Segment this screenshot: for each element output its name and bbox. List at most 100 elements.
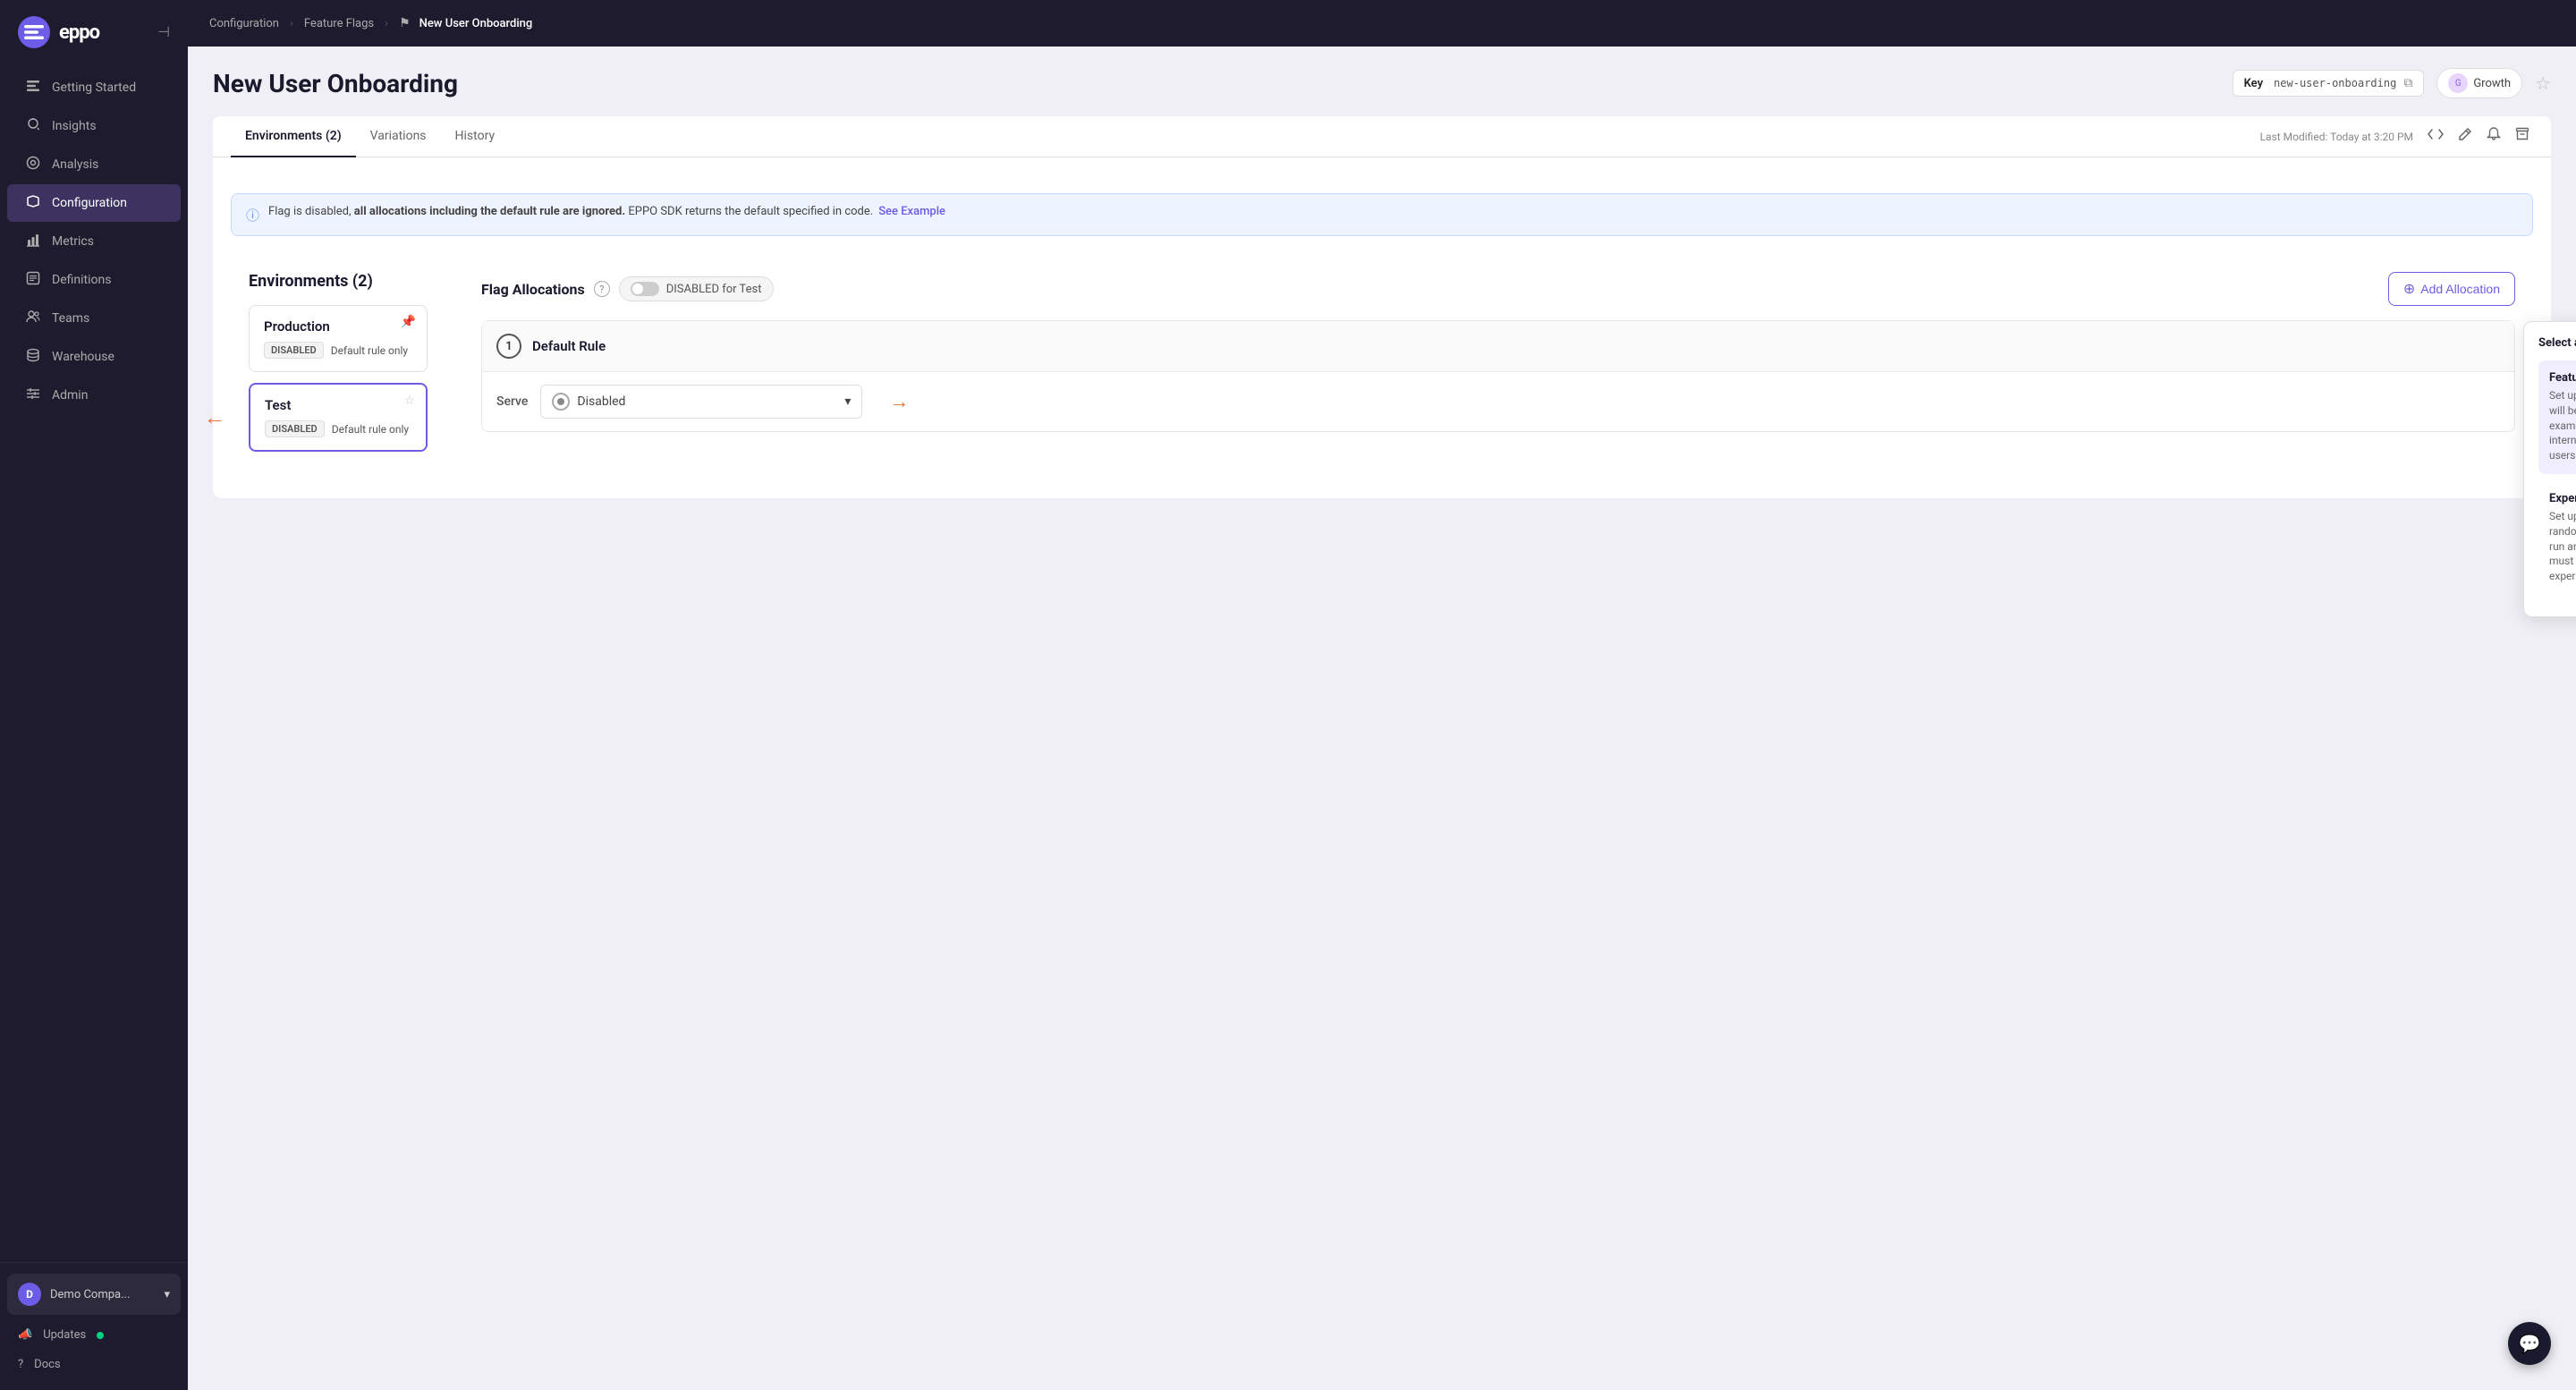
edit-button[interactable] [2454,123,2476,149]
disabled-circle-icon [552,393,570,411]
company-avatar: D [18,1283,41,1306]
toggle-disabled[interactable]: DISABLED for Test [619,276,774,301]
code-view-button[interactable] [2424,123,2447,149]
configuration-icon [25,194,41,212]
tabs-actions [2424,123,2533,149]
updates-item[interactable]: 📣 Updates [7,1320,181,1350]
chevron-icon: ▾ [844,394,851,409]
alloc-type-feature-gate[interactable]: Feature Gate Set up your allocation to d… [2538,360,2576,474]
help-icon[interactable]: ? [594,281,610,297]
info-text: Flag is disabled, all allocations includ… [268,205,945,218]
page-content: New User Onboarding Key new-user-onboard… [188,47,2576,1390]
sidebar-item-insights[interactable]: Insights [7,107,181,145]
sidebar-item-definitions[interactable]: Definitions [7,261,181,299]
team-badge: G Growth [2436,68,2522,98]
content-inner: ⓘ Flag is disabled, all allocations incl… [213,175,2551,498]
serve-row: Serve Disabled ▾ [482,372,2514,431]
sidebar-item-metrics[interactable]: Metrics [7,223,181,260]
experiment-desc: Set up your allocation with a randomized… [2549,509,2576,584]
chat-bubble-button[interactable]: 💬 [2508,1322,2551,1365]
analysis-icon [25,156,41,174]
rule-number: 1 [496,334,521,359]
sidebar-item-configuration[interactable]: Configuration [7,184,181,222]
company-selector[interactable]: D Demo Compa... ▾ [7,1274,181,1315]
tabs-bar: Environments (2) Variations History Last… [213,116,2551,157]
serve-dropdown[interactable]: Disabled ▾ [540,385,862,419]
sidebar-label-teams: Teams [52,311,89,326]
alloc-title-row: Flag Allocations ? DISABLED for Test [481,276,774,301]
sidebar-collapse-button[interactable]: ⊣ [157,23,170,41]
serve-dropdown-left: Disabled [552,393,625,411]
notifications-button[interactable] [2483,123,2504,149]
insights-icon [25,117,41,135]
archive-button[interactable] [2512,123,2533,149]
alloc-title: Flag Allocations [481,281,585,298]
disabled-badge-production: DISABLED [264,342,324,359]
sidebar-label-configuration: Configuration [52,196,127,210]
env-card-row-test: DISABLED Default rule only [265,420,411,437]
copy-icon[interactable]: ⧉ [2403,76,2412,90]
megaphone-icon: 📣 [18,1328,32,1342]
env-card-row-production: DISABLED Default rule only [264,342,412,359]
arrow-right-indicator: → [889,390,909,413]
logo-text: eppo [59,21,99,44]
key-label: Key [2244,77,2263,90]
disabled-inner [557,398,564,405]
metrics-icon [25,233,41,250]
plus-circle-icon: ⊕ [2403,280,2415,298]
sidebar-label-insights: Insights [52,119,97,133]
env-name-production: Production [264,318,412,335]
breadcrumb-feature-flags[interactable]: Feature Flags [304,17,374,30]
see-example-link[interactable]: See Example [878,205,945,218]
breadcrumb-current: New User Onboarding [419,17,533,30]
admin-icon [25,386,41,404]
page-header-right: Key new-user-onboarding ⧉ G Growth ☆ [2233,68,2551,98]
allocation-type-panel: Select an Allocation type Feature Gate S… [2523,321,2576,617]
disabled-badge-test: DISABLED [265,420,325,437]
two-column-layout: Environments (2) 📌 Production DISABLED D… [231,254,2533,480]
sidebar: eppo ⊣ Getting Started Insights Analysis [0,0,188,1390]
default-rule-production: Default rule only [331,344,408,357]
sidebar-item-warehouse[interactable]: Warehouse [7,338,181,376]
tab-history[interactable]: History [441,116,510,157]
docs-item[interactable]: ? Docs [7,1350,181,1379]
star-icon-test[interactable]: ☆ [403,394,415,408]
sidebar-item-admin[interactable]: Admin [7,377,181,414]
sidebar-label-admin: Admin [52,388,88,403]
alloc-type-experiment[interactable]: Experiment Set up your allocation with a… [2538,481,2576,595]
star-button[interactable]: ☆ [2535,72,2551,95]
chevron-down-icon: ▾ [164,1288,170,1301]
arrow-left-indicator: ← [204,404,225,430]
last-modified-text: Last Modified: Today at 3:20 PM [2260,131,2413,143]
sidebar-label-warehouse: Warehouse [52,350,114,364]
env-card-production[interactable]: 📌 Production DISABLED Default rule only [249,305,428,372]
sidebar-item-analysis[interactable]: Analysis [7,146,181,183]
env-card-test[interactable]: ☆ Test DISABLED Default rule only ← [249,383,428,452]
env-name-test: Test [265,397,411,413]
sidebar-item-getting-started[interactable]: Getting Started [7,69,181,106]
add-alloc-label: Add Allocation [2420,282,2500,296]
company-name: Demo Compa... [50,1288,155,1301]
pin-icon: 📌 [401,315,416,329]
sidebar-item-teams[interactable]: Teams [7,300,181,337]
sidebar-label-definitions: Definitions [52,273,111,287]
chat-icon: 💬 [2519,1333,2541,1354]
rule-title: Default Rule [532,338,606,354]
tab-variations[interactable]: Variations [356,116,441,157]
environments-panel: Environments (2) 📌 Production DISABLED D… [231,254,445,480]
alloc-type-panel-title: Select an Allocation type [2538,336,2576,350]
tabs: Environments (2) Variations History [231,116,509,157]
page-title: New User Onboarding [213,69,458,98]
tab-environments[interactable]: Environments (2) [231,116,356,157]
default-rule-test: Default rule only [332,423,409,436]
flag-breadcrumb-icon: ⚑ [399,16,411,30]
sidebar-label-getting-started: Getting Started [52,81,136,95]
key-value: new-user-onboarding [2274,77,2396,89]
flag-allocations-panel: Flag Allocations ? DISABLED for Test [463,254,2533,480]
allocations-header: Flag Allocations ? DISABLED for Test [481,272,2515,306]
add-allocation-button[interactable]: ⊕ Add Allocation [2388,272,2515,306]
topbar: Configuration › Feature Flags › ⚑ New Us… [188,0,2576,47]
breadcrumb-configuration[interactable]: Configuration [209,17,279,30]
feature-gate-name: Feature Gate [2549,371,2576,385]
feature-gate-desc: Set up your allocation to define who wil… [2549,388,2576,463]
